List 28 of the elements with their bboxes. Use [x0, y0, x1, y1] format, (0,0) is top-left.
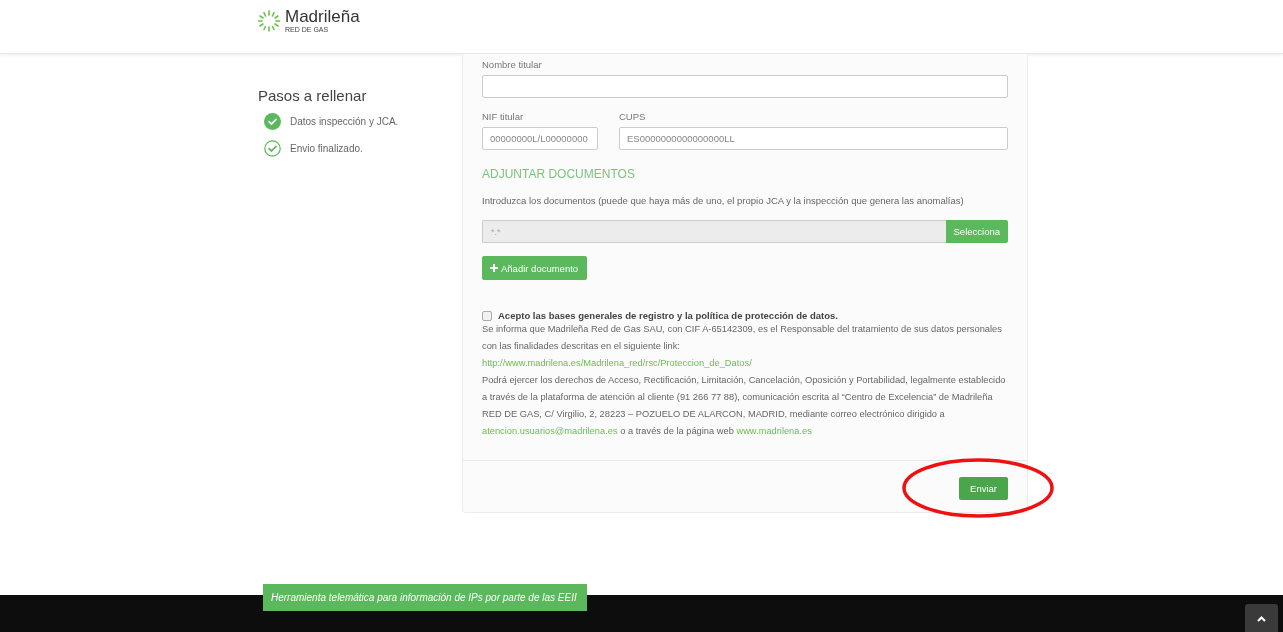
consent-label: Acepto las bases generales de registro y la política de protección de datos. [498, 310, 838, 321]
step-label: Datos inspección y JCA. [290, 116, 399, 127]
field-label: CUPS [619, 111, 647, 122]
add-document-button[interactable]: Añadir documento [482, 256, 588, 280]
file-path-input[interactable]: *.* [482, 220, 946, 243]
privacy-policy-link[interactable]: http://www.madrilena.es/Madrilena_red/rsc/Proteccion_de_Datos/ [482, 355, 752, 372]
section-heading: ADJUNTAR DOCUMENTOS [482, 167, 636, 181]
scroll-top-button[interactable] [1245, 604, 1278, 632]
field-label: NIF titular [482, 111, 525, 122]
consent-checkbox[interactable] [482, 310, 492, 321]
rights-notice-text: Podrá ejercer los derechos de Acceso, Rectificación, Limitación, Cancelación, Oposición y Portabilidad, legalmente establecido a través de la plataforma de atención al cliente (91 266 77 88), comunicación escrita al “Centro de Excelencia” de Madrileña RED DE GAS, C/ Virgilio, 2, 28223 – POZUELO DE ALARCON, MADRID, mediante correo electrónico dirigido a atencion.usuarios@madrilena.es o a través de la página web www.madrilena.es [482, 374, 1007, 438]
steps-title: Pasos a rellenar [258, 87, 368, 104]
chevron-up-icon [1257, 616, 1266, 622]
step-label: Envio finalizado. [290, 143, 363, 154]
website-link[interactable]: www.madrilena.es [736, 426, 812, 436]
attach-instructions: Introduzca los documentos (puede que haya más de uno, el propio JCA y la inspección que genera las anomalías) [482, 195, 965, 206]
nif-input[interactable]: 00000000L/L00000000 [482, 127, 598, 150]
plus-icon [490, 264, 498, 272]
privacy-notice-text: Se informa que Madrileña Red de Gas SAU, con CIF A-65142309, es el Responsable del tratamiento de sus datos personales con las finalidades descritas en el siguiente link: [482, 323, 1003, 353]
email-link[interactable]: atencion.usuarios@madrilena.es [482, 426, 618, 436]
send-button[interactable]: Enviar [959, 477, 1008, 500]
holder-name-input[interactable] [482, 75, 1008, 98]
select-file-button[interactable]: Selecciona [945, 220, 1008, 243]
cups-input[interactable]: ES0000000000000000LL [619, 127, 1008, 150]
footer-tagline: Herramienta telemática para información de IPs por parte de las EEII [263, 584, 587, 611]
logo-name: Madrileña [285, 8, 360, 25]
field-label: Nombre titular [482, 59, 543, 70]
logo-icon [257, 9, 281, 32]
